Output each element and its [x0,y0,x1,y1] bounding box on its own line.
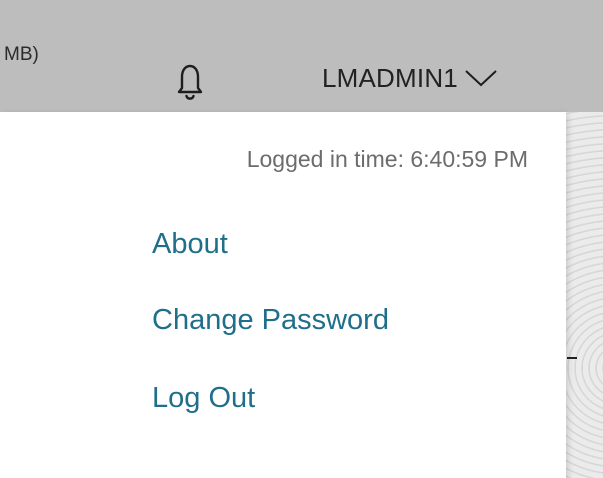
menu-item-log-out[interactable]: Log Out [152,382,255,415]
logged-in-time: Logged in time: 6:40:59 PM [246,146,528,172]
menu-item-about[interactable]: About [152,228,228,261]
chevron-down-icon [465,70,497,87]
background-dash [567,357,577,359]
background-pattern [566,112,603,478]
bell-icon[interactable] [172,56,208,106]
menu-item-change-password[interactable]: Change Password [152,304,389,337]
user-dropdown-menu: Logged in time: 6:40:59 PM About Change … [0,112,566,478]
user-menu-toggle[interactable]: LMADMIN1 [322,62,498,94]
username-label: LMADMIN1 [322,62,458,93]
top-header-bar: MB) LMADMIN1 [0,0,603,112]
header-partial-text: MB) [4,44,39,65]
